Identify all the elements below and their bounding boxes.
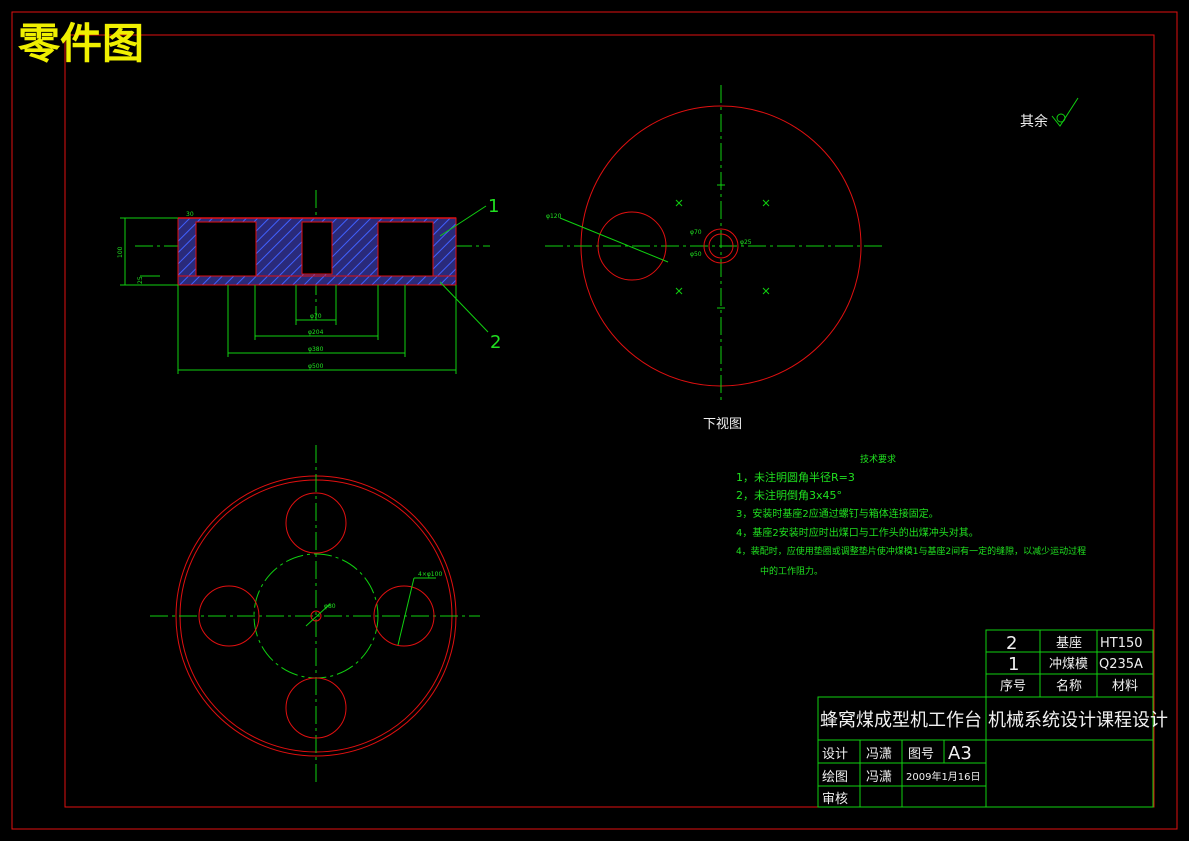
part-1-material: Q235A [1099,657,1143,672]
review-label: 审核 [822,792,848,807]
tech-requirements-title: 技术要求 [860,453,896,465]
dim-phi50: φ50 [690,251,702,258]
drawing-no-label: 图号 [908,747,934,762]
tech-item-5: 4，装配时，应使用垫圈或调整垫片使冲煤模1与基座2间有一定的缝隙，以减少运动过程 [736,545,1086,557]
dim-phi70: φ70 [310,313,322,320]
section-view: 100 25 30 φ70 φ204 φ380 φ500 1 2 [117,190,501,374]
tech-item-5-cont: 中的工作阻力。 [760,565,823,577]
draw-label: 绘图 [822,770,848,785]
cad-drawing: 零件图 其余 100 25 30 φ70 φ204 φ380 φ500 1 2 … [11,11,1178,830]
tech-item-2: 2，未注明倒角3x45° [736,488,842,502]
tech-requirements: 技术要求 1，未注明圆角半径R=3 2，未注明倒角3x45° 3，安装时基座2应… [736,453,1086,577]
draw-name: 冯潇 [866,770,892,785]
surface-finish-note: 其余 [1020,97,1079,130]
tech-item-1: 1，未注明圆角半径R=3 [736,470,855,484]
inner-frame [64,34,1155,808]
header-material: 材料 [1112,679,1138,694]
tech-item-3: 3，安装时基座2应通过螺钉与箱体连接固定。 [736,507,939,520]
part-1-no: 1 [1008,654,1019,675]
dim-phi80: φ80 [324,603,336,610]
dim-30: 30 [186,211,194,218]
dim-phi120: φ120 [546,213,562,220]
header-name: 名称 [1056,678,1082,694]
part-2-material: HT150 [1100,636,1143,651]
product-name: 蜂窝煤成型机工作台 [820,710,982,731]
part-1-name: 冲煤模 [1049,657,1088,672]
sheet-title: 零件图 [18,19,144,68]
surface-finish-label: 其余 [1020,113,1048,130]
dim-phi25: φ25 [740,239,752,246]
balloon-2: 2 [490,332,501,353]
part-2-name: 基座 [1056,636,1082,651]
top-view: φ80 4×φ100 [150,445,480,785]
dim-height-25: 25 [137,276,144,284]
dim-phi204: φ204 [308,329,324,336]
roughness-symbol-icon [1051,97,1079,127]
dim-phi380: φ380 [308,346,324,353]
header-no: 序号 [1000,679,1026,694]
design-label: 设计 [822,747,848,762]
date: 2009年1月16日 [906,770,981,783]
drawing-no: A3 [948,743,972,764]
design-name: 冯潇 [866,747,892,762]
balloon-1: 1 [488,196,499,217]
part-2-no: 2 [1006,633,1017,654]
dim-phi500: φ500 [308,363,324,370]
tech-item-4: 4，基座2安装时应时出煤口与工作头的出煤冲头对其。 [736,526,979,539]
dim-4-holes: 4×φ100 [418,571,442,578]
course-name: 机械系统设计课程设计 [988,710,1168,731]
dim-phi70-b: φ70 [690,229,702,236]
bottom-view: φ120 φ70 φ50 φ25 下视图 [545,85,885,432]
dim-height-100: 100 [117,246,124,258]
outer-frame [11,11,1178,830]
bottom-view-label: 下视图 [703,417,742,432]
